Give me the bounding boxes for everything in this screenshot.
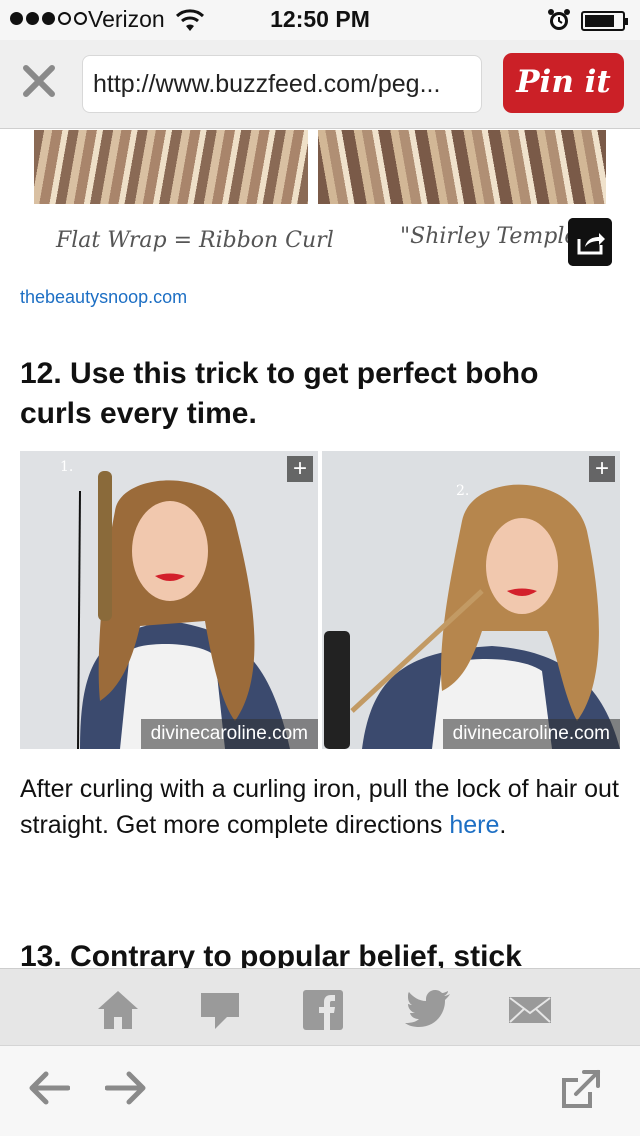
curl-step-photo-1[interactable]: 1. + divinecaroline.com: [20, 451, 318, 749]
share-toolbar: [0, 968, 640, 1046]
item-13-heading: 13. Contrary to popular belief, stick: [20, 940, 522, 968]
close-icon[interactable]: [20, 62, 58, 100]
back-arrow-icon[interactable]: [28, 1068, 70, 1108]
woman-curling-hair-illustration: [20, 451, 318, 749]
image-source-link[interactable]: thebeautysnoop.com: [20, 287, 187, 308]
ribbon-curl-image: [34, 130, 308, 204]
step-number: 1.: [60, 459, 74, 475]
photo-credit: divinecaroline.com: [140, 719, 318, 749]
alarm-icon: [548, 9, 570, 30]
image-caption-ribbon-curl: Flat Wrap = Ribbon Curl: [56, 228, 334, 253]
forward-arrow-icon[interactable]: [105, 1068, 147, 1108]
description-end: .: [499, 811, 507, 839]
add-image-button[interactable]: +: [287, 456, 313, 482]
step-number: 2.: [456, 483, 470, 499]
open-external-icon[interactable]: [560, 1068, 602, 1110]
woman-pulling-hair-illustration: [322, 451, 620, 749]
description-text: After curling with a curling iron, pull …: [20, 775, 619, 839]
add-image-button[interactable]: +: [589, 456, 615, 482]
home-icon[interactable]: [96, 989, 140, 1031]
battery-icon: [581, 11, 628, 31]
clock: 12:50 PM: [270, 6, 370, 32]
item-12-heading: 12. Use this trick to get perfect boho c…: [20, 357, 539, 430]
url-field[interactable]: http://www.buzzfeed.com/peg...: [82, 55, 482, 113]
image-caption-shirley-temple: "Shirley Temple: [400, 224, 578, 249]
status-bar: Verizon 12:50 PM: [0, 0, 640, 40]
shirley-temple-curl-image: [318, 130, 606, 204]
comment-icon[interactable]: [199, 989, 241, 1031]
browser-nav-bar: http://www.buzzfeed.com/peg... Pin it: [0, 40, 640, 129]
item-12-description: After curling with a curling iron, pull …: [20, 771, 620, 843]
curl-step-photo-2[interactable]: 2. + divinecaroline.com: [322, 451, 620, 749]
twitter-icon[interactable]: [405, 989, 451, 1029]
facebook-icon[interactable]: [302, 989, 344, 1031]
photo-credit: divinecaroline.com: [442, 719, 620, 749]
curl-comparison-images: [34, 130, 610, 204]
article-content: Flat Wrap = Ribbon Curl "Shirley Temple …: [0, 130, 640, 968]
mail-icon[interactable]: [508, 989, 552, 1029]
share-icon[interactable]: [568, 218, 612, 266]
browser-bottom-toolbar: [0, 1046, 640, 1136]
directions-link[interactable]: here: [449, 811, 499, 839]
pin-it-button[interactable]: Pin it: [503, 53, 624, 113]
